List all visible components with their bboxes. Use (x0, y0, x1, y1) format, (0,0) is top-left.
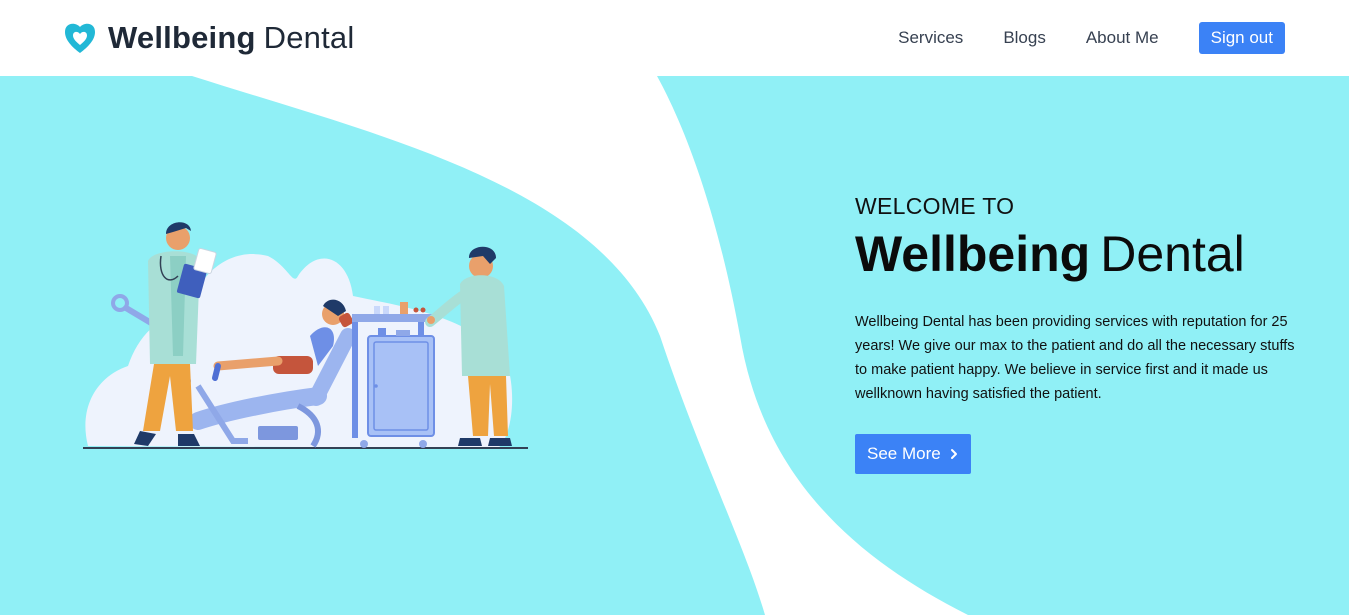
hero-section: WELCOME TO Wellbeing Dental Wellbeing Den… (0, 76, 1349, 615)
nav-link-about-me[interactable]: About Me (1086, 22, 1159, 54)
brand-name-strong: Wellbeing (108, 20, 256, 55)
hero-title: Wellbeing Dental (855, 226, 1295, 282)
hero-title-light: Dental (1100, 226, 1245, 282)
nav-links: Services Blogs About Me Sign out (898, 22, 1285, 54)
hero-title-strong: Wellbeing (855, 226, 1091, 282)
brand-name-light: Dental (263, 20, 355, 55)
nav-link-services[interactable]: Services (898, 22, 963, 54)
nav-link-blogs[interactable]: Blogs (1003, 22, 1046, 54)
see-more-label: See More (867, 444, 941, 463)
top-navbar: Wellbeing Dental Services Blogs About Me … (0, 0, 1349, 76)
brand-name: Wellbeing Dental (108, 18, 354, 58)
dental-clinic-illustration (83, 222, 528, 449)
sign-out-button[interactable]: Sign out (1198, 22, 1285, 54)
hero-description: Wellbeing Dental has been providing serv… (855, 314, 1295, 402)
hero-text-block: WELCOME TO Wellbeing Dental Wellbeing Den… (855, 192, 1295, 474)
tooth-heart-icon (65, 23, 95, 53)
chevron-right-icon (950, 449, 957, 459)
brand[interactable]: Wellbeing Dental (62, 18, 354, 58)
see-more-button[interactable]: See More (855, 434, 971, 474)
hero-welcome: WELCOME TO (855, 193, 1015, 219)
